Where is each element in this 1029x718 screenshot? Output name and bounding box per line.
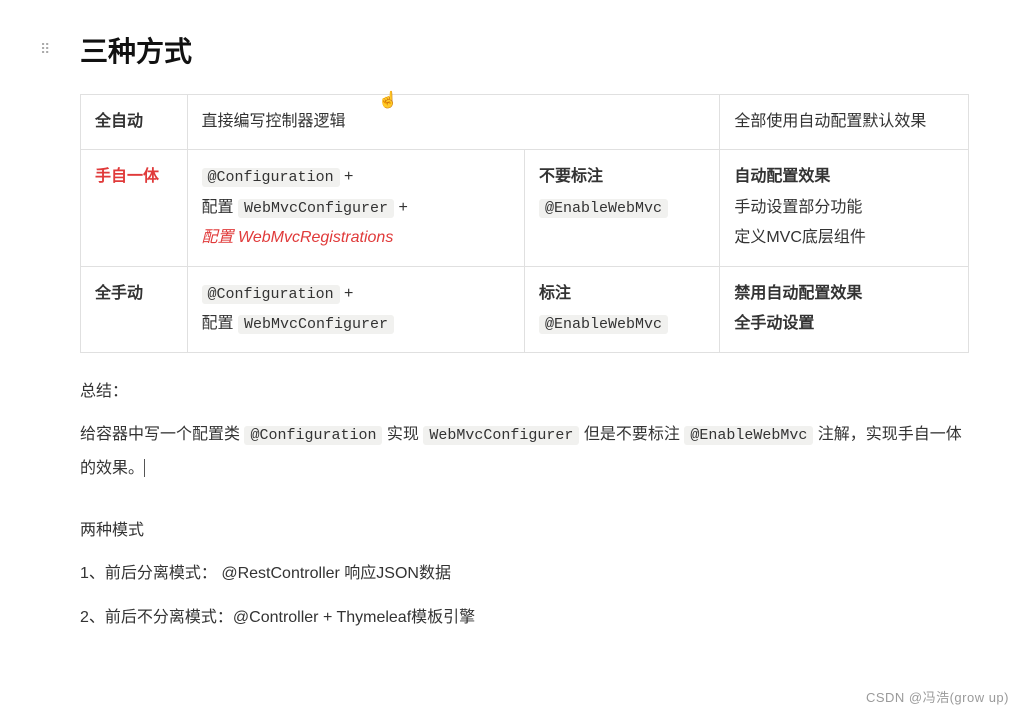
text-caret — [144, 459, 145, 477]
table-row: 手自一体 @Configuration + 配置 WebMvcConfigure… — [81, 150, 969, 266]
mode-label: 全自动 — [81, 95, 188, 150]
mode-desc: 直接编写控制器逻辑 — [187, 95, 720, 150]
block-drag-handle[interactable]: ⠿ — [40, 42, 51, 56]
code-token: @EnableWebMvc — [539, 315, 668, 334]
mode-annotation: 不要标注 @EnableWebMvc — [524, 150, 719, 266]
code-token: @Configuration — [202, 168, 340, 187]
code-token: WebMvcRegistrations — [238, 229, 393, 246]
modes-heading: 两种模式 — [80, 514, 969, 548]
mode-effect: 禁用自动配置效果 全手动设置 — [720, 266, 969, 352]
code-token: WebMvcConfigurer — [423, 426, 579, 445]
code-token: @EnableWebMvc — [684, 426, 813, 445]
table-row: 全自动 直接编写控制器逻辑 全部使用自动配置默认效果 — [81, 95, 969, 150]
table-row: 全手动 @Configuration + 配置 WebMvcConfigurer… — [81, 266, 969, 352]
summary-block: 总结： 给容器中写一个配置类 @Configuration 实现 WebMvcC… — [80, 375, 969, 635]
mode-label: 手自一体 — [81, 150, 188, 266]
mode-config: @Configuration + 配置 WebMvcConfigurer + 配… — [187, 150, 524, 266]
code-token: WebMvcConfigurer — [238, 315, 394, 334]
code-token: @Configuration — [202, 285, 340, 304]
code-token: WebMvcConfigurer — [238, 199, 394, 218]
code-token: @Configuration — [244, 426, 382, 445]
page-title: 三种方式 — [80, 30, 969, 70]
mode-label: 全手动 — [81, 266, 188, 352]
mode-annotation: 标注 @EnableWebMvc — [524, 266, 719, 352]
watermark: CSDN @冯浩(grow up) — [866, 687, 1009, 706]
mode-item: 2、前后不分离模式：@Controller + Thymeleaf模板引擎 — [80, 601, 969, 635]
code-token: @EnableWebMvc — [539, 199, 668, 218]
summary-line: 给容器中写一个配置类 @Configuration 实现 WebMvcConfi… — [80, 418, 969, 485]
mode-config: @Configuration + 配置 WebMvcConfigurer — [187, 266, 524, 352]
modes-table: 全自动 直接编写控制器逻辑 全部使用自动配置默认效果 手自一体 @Configu… — [80, 94, 969, 353]
mode-effect: 全部使用自动配置默认效果 — [720, 95, 969, 150]
summary-heading: 总结： — [80, 375, 969, 409]
mode-effect: 自动配置效果 手动设置部分功能 定义MVC底层组件 — [720, 150, 969, 266]
mode-item: 1、前后分离模式： @RestController 响应JSON数据 — [80, 557, 969, 591]
